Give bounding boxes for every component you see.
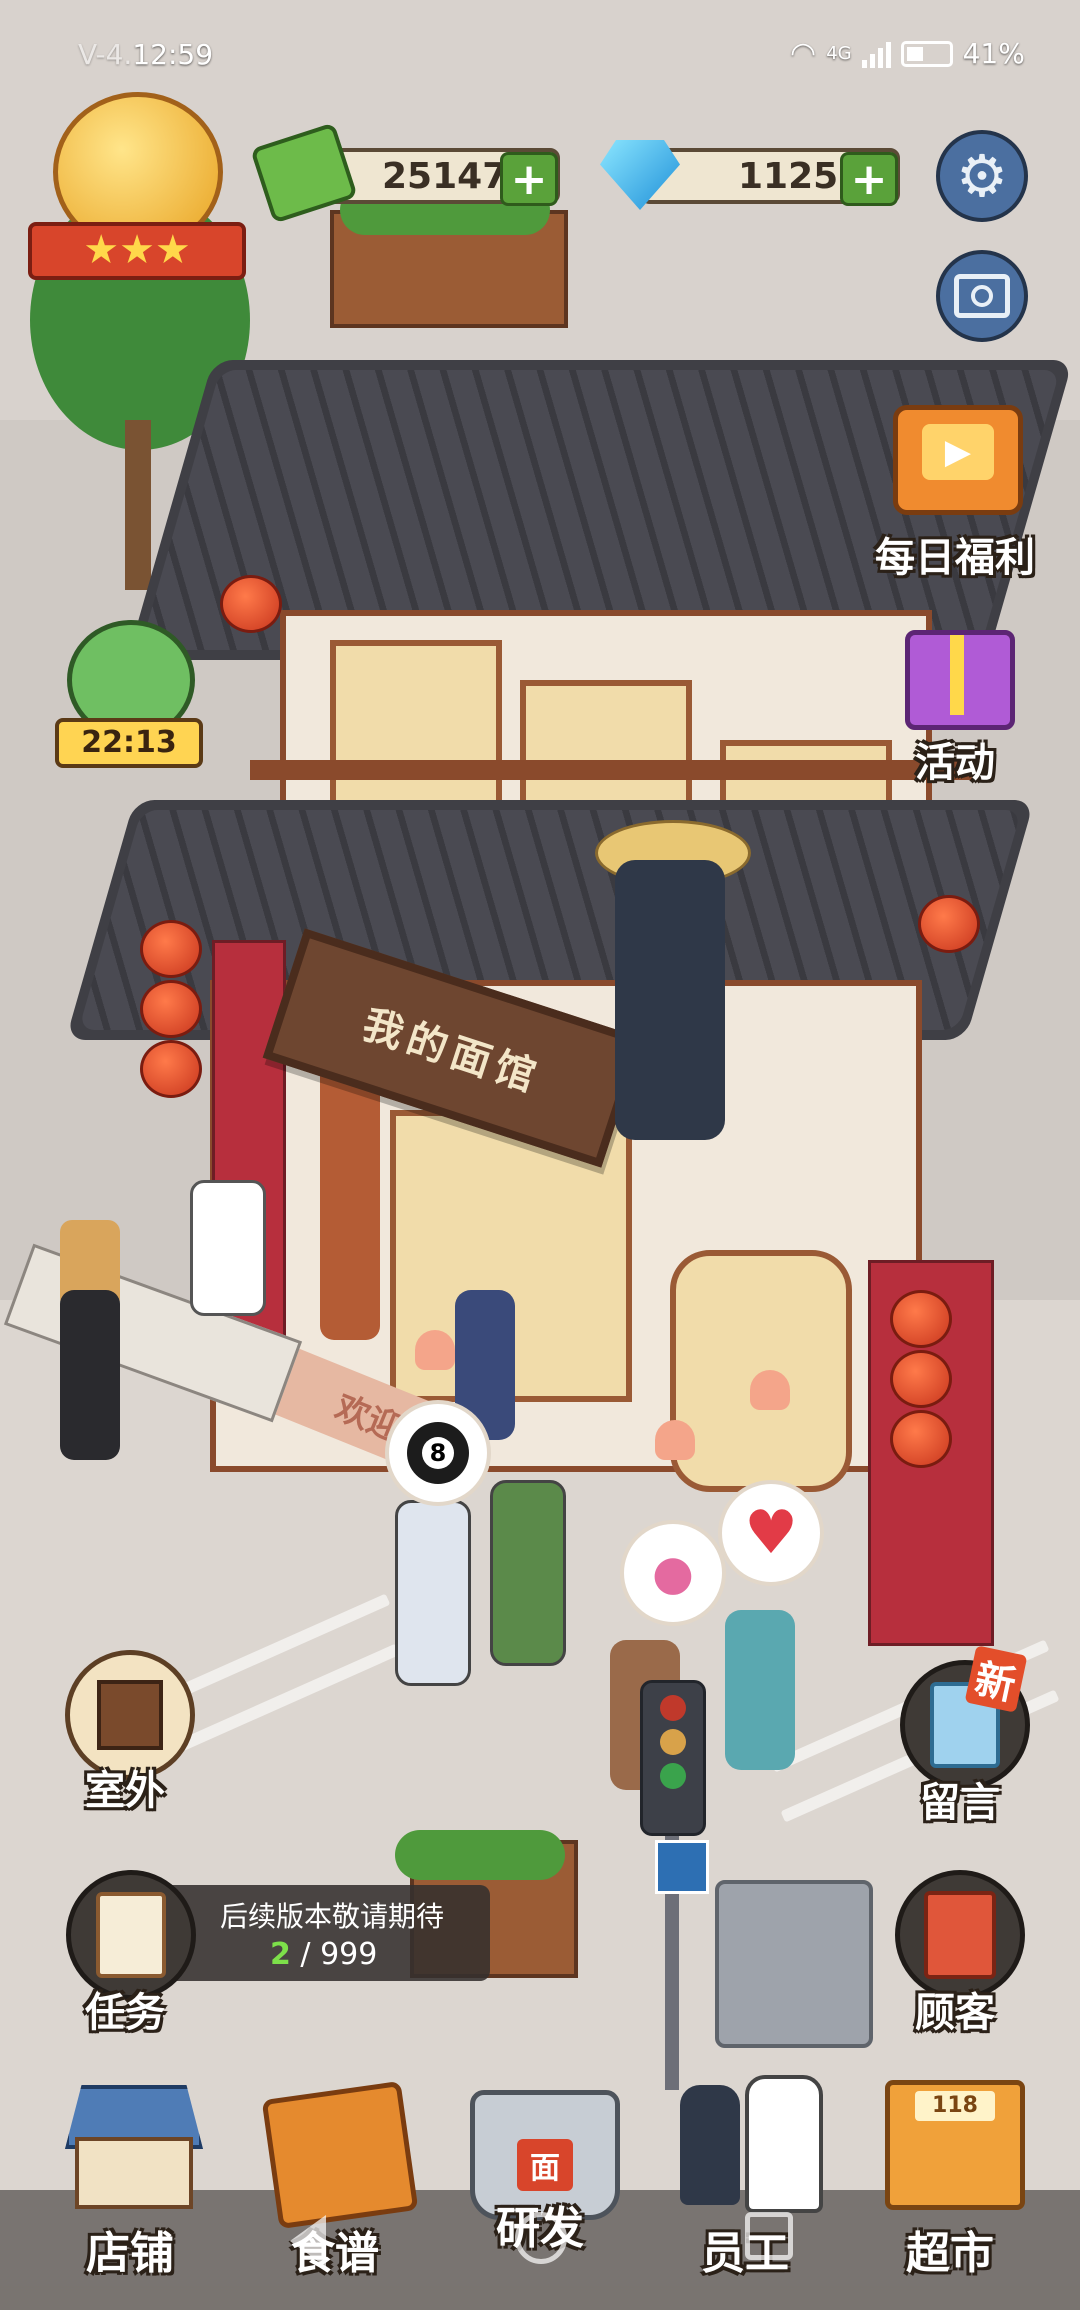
task-button[interactable]: 任务 (60, 1870, 196, 2036)
icecream-icon: ● (652, 1545, 694, 1601)
gift-box-icon (905, 630, 1015, 730)
pedestrian-sign-icon (655, 1840, 709, 1894)
customer-npc[interactable] (725, 1610, 795, 1770)
red-lantern (890, 1290, 952, 1348)
wooden-column (320, 1060, 380, 1340)
recycling-bins (715, 1880, 873, 2048)
restaurant-sign-text: 我的面馆 (357, 1001, 547, 1103)
staff-icon (680, 2085, 740, 2205)
red-lantern (918, 895, 980, 953)
status-bar-left: V-4.12:59 (78, 38, 213, 71)
camera-button[interactable] (936, 250, 1028, 342)
home-nav-icon[interactable] (515, 2212, 567, 2264)
task-progress: 2 / 999 (270, 1937, 377, 1972)
gem-counter: 11256 + (600, 140, 900, 210)
message-label: 留言 (920, 1780, 1000, 1826)
star-rating-icon: ★★★ (28, 222, 246, 280)
events-button[interactable]: 活动 (880, 620, 1030, 786)
red-lantern (140, 1040, 202, 1098)
ball-request-bubble[interactable]: 8 (385, 1400, 491, 1506)
chef-icon (745, 2075, 823, 2213)
red-lantern (220, 575, 282, 633)
status-version: V-4. (78, 38, 133, 71)
status-time: 12:59 (132, 38, 214, 71)
red-lantern (140, 920, 202, 978)
outdoor-button[interactable]: 室外 (55, 1650, 195, 1814)
message-board-button[interactable]: 新 留言 (880, 1645, 1040, 1826)
customer-npc[interactable] (490, 1480, 566, 1666)
npc-countdown: 22:13 (55, 718, 203, 768)
restaurant-level-badge[interactable]: ★★★ (28, 92, 246, 282)
nav-supermarket[interactable]: 118 超市 (855, 2075, 1045, 2285)
nav-recipes-label: 食谱 (291, 2228, 379, 2279)
tap-hint-icon (655, 1420, 695, 1460)
task-label: 任务 (85, 1990, 165, 2036)
daily-benefits-button[interactable]: ▶ 每日福利 (855, 405, 1055, 581)
cash-counter: 2514720 + (250, 122, 560, 224)
wifi-icon: ◠ (790, 36, 817, 71)
nav-shop-label: 店铺 (86, 2228, 174, 2279)
customer-npc[interactable] (395, 1500, 471, 1686)
nav-supermarket-label: 超市 (906, 2228, 994, 2279)
add-gems-button[interactable]: + (840, 152, 898, 206)
tap-hint-icon (415, 1330, 455, 1370)
tap-hint-icon (750, 1370, 790, 1410)
add-cash-button[interactable]: + (500, 152, 558, 206)
camera-icon (954, 274, 1010, 318)
battery-percent: 41% (962, 37, 1025, 70)
red-lantern (890, 1410, 952, 1468)
red-lantern (140, 980, 202, 1038)
supermarket-sign-number: 118 (915, 2091, 995, 2121)
gear-icon: ⚙ (956, 142, 1008, 210)
signal-icon (861, 40, 891, 68)
tree-trunk (125, 420, 151, 590)
back-nav-icon[interactable] (290, 2215, 326, 2267)
customers-label: 顾客 (915, 1990, 995, 2036)
upper-window (330, 640, 502, 822)
billiard-ball-icon: 8 (407, 1422, 469, 1484)
npc-visitor-timer[interactable]: 22:13 (55, 620, 205, 770)
task-progress-current: 2 (270, 1937, 291, 1972)
supermarket-icon: 118 (885, 2080, 1025, 2210)
traffic-light (640, 1680, 706, 1836)
nav-recipes[interactable]: 食谱 (240, 2075, 430, 2285)
heart-icon: ♥ (744, 1498, 798, 1568)
add-cash-label: + (510, 153, 548, 205)
battery-icon (900, 40, 953, 67)
heart-bubble[interactable]: ♥ (718, 1480, 824, 1586)
customers-button[interactable]: 顾客 (880, 1870, 1030, 2036)
roof-worker[interactable] (615, 860, 725, 1140)
planter-plants (395, 1830, 565, 1880)
events-label: 活动 (915, 740, 995, 786)
icecream-request-bubble[interactable]: ● (620, 1520, 726, 1626)
add-gems-label: + (850, 153, 888, 205)
daily-benefits-label: 每日福利 (875, 535, 1035, 581)
tv-reward-icon: ▶ (893, 405, 1023, 515)
pot-label: 面 (517, 2139, 573, 2191)
task-progress-total: / 999 (300, 1937, 378, 1972)
recipe-book-icon (261, 2080, 419, 2230)
network-type: 4G (826, 43, 852, 64)
balcony-rail (250, 760, 990, 780)
recents-nav-icon[interactable] (745, 2212, 793, 2260)
nav-shop[interactable]: 店铺 (35, 2075, 225, 2285)
task-title: 后续版本敬请期待 (220, 1900, 445, 1933)
red-lantern (890, 1350, 952, 1408)
shop-icon (65, 2085, 203, 2209)
settings-button[interactable]: ⚙ (936, 130, 1028, 222)
task-banner[interactable]: 后续版本敬请期待 2 / 999 (160, 1885, 490, 1981)
chef-npc[interactable] (190, 1180, 266, 1316)
status-bar-right: ◠ 4G 41% (790, 36, 1025, 71)
waitress-npc[interactable] (60, 1290, 120, 1460)
ball-number: 8 (422, 1437, 454, 1469)
outdoor-label: 室外 (85, 1768, 165, 1814)
